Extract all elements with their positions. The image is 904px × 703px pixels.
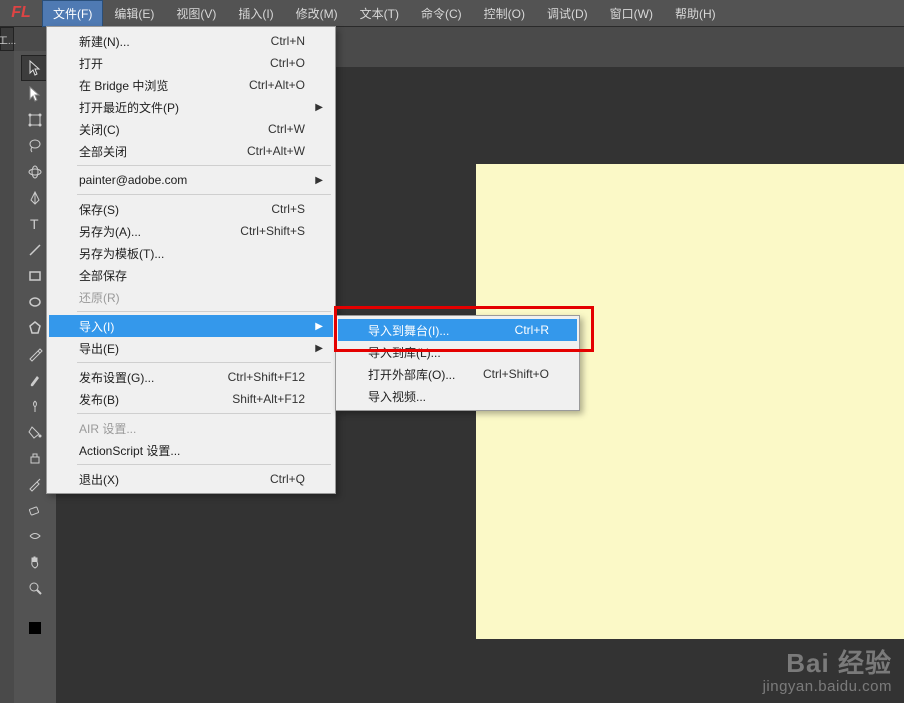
menu-view[interactable]: 视图(V) bbox=[165, 0, 227, 27]
polystar-tool[interactable] bbox=[21, 315, 49, 341]
submenu-item[interactable]: 导入到库(L)... bbox=[338, 341, 577, 363]
menu-item: AIR 设置... bbox=[49, 417, 333, 439]
brush-tool[interactable] bbox=[21, 367, 49, 393]
menu-item[interactable]: painter@adobe.com▶ bbox=[49, 169, 333, 191]
menu-item[interactable]: 另存为(A)...Ctrl+Shift+S bbox=[49, 220, 333, 242]
menu-item[interactable]: 发布设置(G)...Ctrl+Shift+F12 bbox=[49, 366, 333, 388]
menu-text[interactable]: 文本(T) bbox=[349, 0, 410, 27]
menu-command[interactable]: 命令(C) bbox=[410, 0, 473, 27]
file-dropdown: 新建(N)...Ctrl+N打开Ctrl+O在 Bridge 中浏览Ctrl+A… bbox=[46, 26, 336, 494]
paint-bucket-tool[interactable] bbox=[21, 419, 49, 445]
menu-edit[interactable]: 编辑(E) bbox=[103, 0, 165, 27]
lasso-tool[interactable] bbox=[21, 133, 49, 159]
submenu-arrow-icon: ▶ bbox=[315, 175, 323, 186]
rectangle-tool[interactable] bbox=[21, 263, 49, 289]
menu-item[interactable]: 全部关闭Ctrl+Alt+W bbox=[49, 140, 333, 162]
deco-tool[interactable] bbox=[21, 393, 49, 419]
pencil-tool[interactable] bbox=[21, 341, 49, 367]
menu-item[interactable]: 全部保存 bbox=[49, 264, 333, 286]
subselection-tool[interactable] bbox=[21, 81, 49, 107]
menu-debug[interactable]: 调试(D) bbox=[536, 0, 599, 27]
submenu-item[interactable]: 导入视频... bbox=[338, 385, 577, 407]
menu-item[interactable]: ActionScript 设置... bbox=[49, 439, 333, 461]
zoom-tool[interactable] bbox=[21, 575, 49, 601]
menu-window[interactable]: 窗口(W) bbox=[599, 0, 664, 27]
menu-modify[interactable]: 修改(M) bbox=[285, 0, 349, 27]
menu-item[interactable]: 打开最近的文件(P)▶ bbox=[49, 96, 333, 118]
side-tab[interactable]: 工... bbox=[0, 27, 14, 51]
menu-item[interactable]: 保存(S)Ctrl+S bbox=[49, 198, 333, 220]
oval-tool[interactable] bbox=[21, 289, 49, 315]
menu-item[interactable]: 在 Bridge 中浏览Ctrl+Alt+O bbox=[49, 74, 333, 96]
submenu-arrow-icon: ▶ bbox=[315, 343, 323, 354]
line-tool[interactable] bbox=[21, 237, 49, 263]
submenu-arrow-icon: ▶ bbox=[315, 321, 323, 332]
submenu-item[interactable]: 导入到舞台(I)...Ctrl+R bbox=[338, 319, 577, 341]
eraser-tool[interactable] bbox=[21, 497, 49, 523]
menu-item[interactable]: 发布(B)Shift+Alt+F12 bbox=[49, 388, 333, 410]
stroke-color-swatch[interactable] bbox=[21, 615, 49, 641]
app-logo: FL bbox=[0, 0, 42, 26]
submenu-arrow-icon: ▶ bbox=[315, 102, 323, 113]
import-submenu: 导入到舞台(I)...Ctrl+R导入到库(L)...打开外部库(O)...Ct… bbox=[335, 315, 580, 411]
menu-item[interactable]: 导入(I)▶ bbox=[49, 315, 333, 337]
hand-tool[interactable] bbox=[21, 549, 49, 575]
menu-item[interactable]: 打开Ctrl+O bbox=[49, 52, 333, 74]
menu-insert[interactable]: 插入(I) bbox=[227, 0, 284, 27]
menu-control[interactable]: 控制(O) bbox=[473, 0, 536, 27]
menu-item[interactable]: 导出(E)▶ bbox=[49, 337, 333, 359]
menu-item[interactable]: 另存为模板(T)... bbox=[49, 242, 333, 264]
eyedropper-tool[interactable] bbox=[21, 471, 49, 497]
menu-file[interactable]: 文件(F) bbox=[42, 0, 103, 27]
selection-tool[interactable] bbox=[21, 55, 49, 81]
menu-item[interactable]: 退出(X)Ctrl+Q bbox=[49, 468, 333, 490]
ink-bottle-tool[interactable] bbox=[21, 445, 49, 471]
menu-item[interactable]: 新建(N)...Ctrl+N bbox=[49, 30, 333, 52]
svg-text:T: T bbox=[30, 216, 39, 232]
menu-item[interactable]: 关闭(C)Ctrl+W bbox=[49, 118, 333, 140]
menu-item: 还原(R) bbox=[49, 286, 333, 308]
watermark: Bai 经验 jingyan.baidu.com bbox=[763, 643, 892, 695]
free-transform-tool[interactable] bbox=[21, 107, 49, 133]
3d-rotate-tool[interactable] bbox=[21, 159, 49, 185]
menu-help[interactable]: 帮助(H) bbox=[664, 0, 727, 27]
pen-tool[interactable] bbox=[21, 185, 49, 211]
width-tool[interactable] bbox=[21, 523, 49, 549]
text-tool[interactable]: T bbox=[21, 211, 49, 237]
submenu-item[interactable]: 打开外部库(O)...Ctrl+Shift+O bbox=[338, 363, 577, 385]
menubar: 文件(F) 编辑(E) 视图(V) 插入(I) 修改(M) 文本(T) 命令(C… bbox=[42, 0, 727, 26]
